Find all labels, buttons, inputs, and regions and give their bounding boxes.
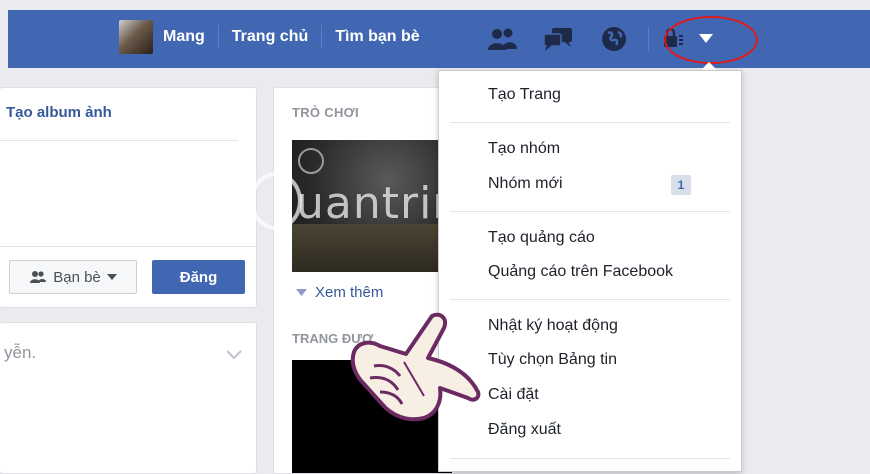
highlight-circle [664,16,758,64]
menu-divider [450,458,730,459]
audience-selector-button[interactable]: Bạn bè [9,260,137,294]
menu-item-create-page[interactable]: Tạo Trang [488,86,561,104]
profile-link[interactable]: Mang [163,28,205,46]
game-thumbnail-floor [292,224,452,272]
user-avatar[interactable] [119,20,153,54]
menu-divider [450,299,730,300]
nav-divider [217,25,219,49]
nav-icon-group [486,25,671,53]
menu-item-create-ad[interactable]: Tạo quảng cáo [488,229,595,247]
create-album-link[interactable]: Tạo album ảnh [6,104,112,121]
divider [0,140,238,141]
menu-item-new-groups[interactable]: Nhóm mới [488,175,563,193]
menu-divider [450,211,730,212]
new-groups-badge: 1 [671,175,691,195]
post-button[interactable]: Đăng [152,260,245,294]
friend-requests-icon[interactable] [486,25,518,53]
story-snippet: yễn. [4,343,37,362]
menu-item-log-out[interactable]: Đăng xuất [488,421,561,439]
menu-item-create-group[interactable]: Tạo nhóm [488,140,560,158]
find-friends-link[interactable]: Tìm bạn bè [335,28,419,46]
menu-divider [450,122,730,123]
see-more-link[interactable]: Xem thêm [296,284,383,301]
top-nav-links: Mang Trang chủ Tìm bạn bè [119,20,420,54]
menu-item-settings[interactable]: Cài đặt [488,386,539,404]
menu-item-advertising[interactable]: Quảng cáo trên Facebook [488,263,673,281]
friends-icon [29,270,47,284]
home-link[interactable]: Trang chủ [232,28,308,46]
audience-label: Bạn bè [53,268,101,286]
see-more-label: Xem thêm [315,284,384,301]
messages-icon[interactable] [542,25,574,53]
story-options-chevron-icon[interactable] [226,347,242,365]
chevron-down-icon [106,273,117,281]
notifications-globe-icon[interactable] [598,25,630,53]
watermark-bulb-icon [250,172,302,230]
triangle-down-icon [296,288,307,297]
nav-divider [648,27,649,51]
menu-item-news-feed-preferences[interactable]: Tùy chọn Bảng tin [488,351,617,369]
menu-item-activity-log[interactable]: Nhật ký hoạt động [488,317,618,335]
feed-story-card: yễn. [0,322,257,474]
nav-divider [321,25,323,49]
games-heading: TRÒ CHƠI [292,105,359,120]
pointing-hand-icon [344,306,484,431]
composer-card: Tạo album ảnh Bạn bè Đăng [0,87,257,308]
game-thumbnail-badge [298,148,324,174]
divider [0,246,256,247]
